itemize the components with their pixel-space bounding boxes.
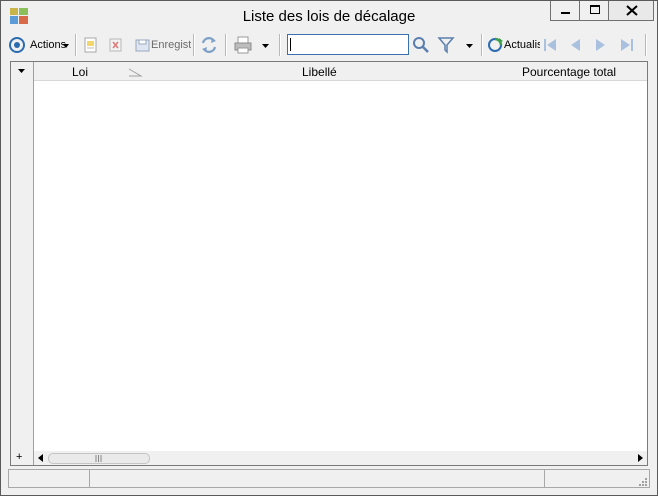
sort-ascending-icon — [128, 68, 143, 77]
horizontal-scrollbar[interactable] — [34, 451, 647, 465]
save-label: Enregist — [151, 39, 191, 51]
maximize-icon — [590, 5, 600, 14]
toolbar-separator — [645, 34, 647, 56]
actions-icon — [9, 37, 25, 53]
minimize-button[interactable] — [550, 1, 580, 21]
delete-button[interactable] — [107, 35, 125, 55]
chevron-down-icon — [63, 44, 69, 48]
close-button[interactable] — [608, 1, 654, 21]
column-chooser-icon[interactable] — [11, 62, 33, 80]
scroll-left-icon[interactable] — [36, 451, 46, 465]
last-record-button[interactable] — [618, 35, 636, 55]
resize-grip-icon[interactable] — [638, 477, 648, 487]
grip-icon — [95, 455, 102, 462]
actions-menu-button[interactable]: Actions — [7, 35, 71, 55]
filter-icon — [437, 37, 455, 54]
grid-body[interactable] — [34, 81, 647, 451]
close-icon — [626, 5, 638, 16]
chevron-down-icon — [262, 44, 269, 48]
status-panel — [89, 469, 545, 488]
previous-record-button[interactable] — [566, 35, 584, 55]
sync-icon — [201, 37, 217, 53]
toolbar-separator — [225, 34, 227, 56]
column-header-libelle[interactable]: Libellé — [302, 65, 337, 79]
search-icon — [413, 37, 429, 53]
status-panel — [8, 469, 90, 488]
main-window: Liste des lois de décalage Actions Enreg… — [0, 0, 658, 496]
last-icon — [621, 39, 633, 51]
filter-button[interactable] — [437, 35, 477, 55]
chevron-down-icon — [466, 44, 473, 48]
column-header-loi[interactable]: Loi — [72, 65, 88, 79]
first-record-button[interactable] — [541, 35, 559, 55]
toolbar: Actions Enregist Actualis — [5, 32, 653, 58]
title-bar[interactable]: Liste des lois de décalage — [1, 1, 657, 31]
printer-icon — [234, 36, 252, 54]
refresh-button[interactable]: Actualis — [486, 35, 542, 55]
status-bar — [8, 469, 650, 489]
previous-icon — [571, 39, 580, 51]
search-input[interactable] — [287, 34, 409, 55]
scroll-right-icon[interactable] — [635, 451, 645, 465]
status-panel — [544, 469, 650, 488]
delete-icon — [109, 38, 122, 52]
text-caret — [290, 38, 291, 51]
save-icon — [135, 39, 150, 52]
first-icon — [544, 39, 556, 51]
minimize-icon — [561, 12, 570, 14]
toolbar-separator — [279, 34, 281, 56]
sync-button[interactable] — [199, 35, 219, 55]
toolbar-separator — [75, 34, 77, 56]
save-button[interactable]: Enregist — [133, 35, 191, 55]
maximize-button[interactable] — [579, 1, 609, 21]
new-button[interactable] — [82, 35, 100, 55]
search-button[interactable] — [412, 35, 430, 55]
add-row-button[interactable]: + — [16, 452, 22, 463]
actions-label: Actions — [30, 39, 66, 51]
next-record-button[interactable] — [592, 35, 610, 55]
print-button[interactable] — [232, 35, 274, 55]
toolbar-separator — [481, 34, 483, 56]
row-header-column: + — [11, 62, 34, 465]
toolbar-separator — [193, 34, 195, 56]
column-header-row: Loi Libellé Pourcentage total — [34, 62, 647, 81]
refresh-icon — [488, 37, 503, 52]
data-grid[interactable]: + Loi Libellé Pourcentage total — [10, 61, 648, 466]
refresh-label: Actualis — [504, 39, 540, 51]
scrollbar-thumb[interactable] — [48, 453, 150, 464]
column-header-pourcentage-total[interactable]: Pourcentage total — [522, 65, 616, 79]
new-document-icon — [84, 37, 97, 53]
next-icon — [596, 39, 605, 51]
